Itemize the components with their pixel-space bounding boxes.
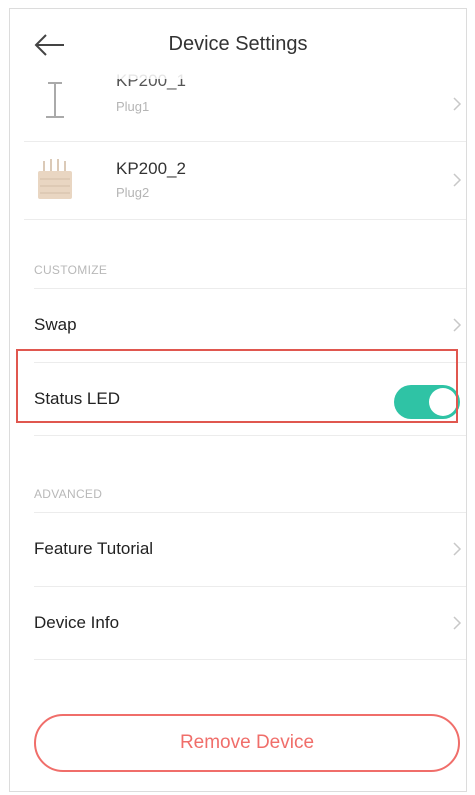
- status-led-row: Status LED: [34, 362, 466, 436]
- power-strip-icon: [38, 159, 72, 199]
- swap-label: Swap: [34, 315, 77, 334]
- device-subtitle: Plug2: [116, 185, 150, 200]
- feature-tutorial-label: Feature Tutorial: [34, 539, 154, 558]
- chevron-right-icon: [453, 318, 462, 332]
- section-label-advanced: ADVANCED: [34, 487, 103, 501]
- device-info-row[interactable]: Device Info: [34, 586, 466, 660]
- device-name: KP200_2: [116, 159, 186, 178]
- swap-row[interactable]: Swap: [34, 288, 466, 361]
- remove-device-button[interactable]: Remove Device: [34, 714, 460, 772]
- settings-screen: KP200_1 Plug1 KP200_2 Plug2 Device Setti…: [9, 8, 467, 792]
- plug-icon: [46, 82, 64, 118]
- chevron-right-icon: [453, 173, 462, 187]
- header: Device Settings: [10, 9, 466, 79]
- status-led-toggle[interactable]: [394, 385, 460, 419]
- chevron-right-icon: [453, 542, 462, 556]
- page-title: Device Settings: [168, 33, 308, 55]
- status-led-label: Status LED: [34, 389, 120, 408]
- device-row-kp200-2[interactable]: KP200_2 Plug2: [24, 141, 466, 220]
- chevron-right-icon: [453, 97, 462, 111]
- feature-tutorial-row[interactable]: Feature Tutorial: [34, 512, 466, 585]
- device-subtitle: Plug1: [116, 99, 150, 114]
- toggle-knob: [429, 388, 457, 416]
- device-info-label: Device Info: [34, 613, 120, 632]
- chevron-right-icon: [453, 616, 462, 630]
- section-label-customize: CUSTOMIZE: [34, 263, 108, 277]
